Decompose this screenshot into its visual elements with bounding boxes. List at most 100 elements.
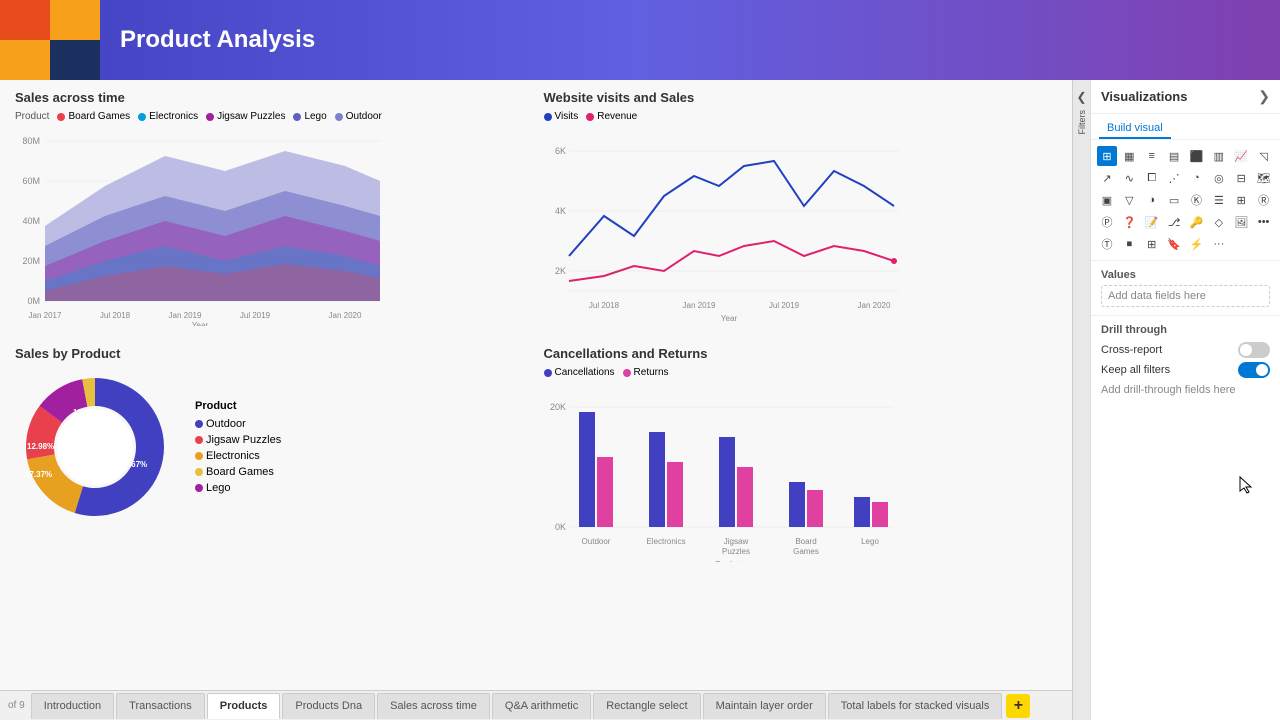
icon-donut[interactable]: ◎ [1209, 168, 1229, 188]
svg-text:Outdoor: Outdoor [581, 537, 610, 546]
viz-panel-close-button[interactable]: ❯ [1258, 88, 1270, 105]
legend-jigsaw: Jigsaw Puzzles [206, 111, 285, 122]
sales-time-svg: 80M 60M 40M 20M 0M [15, 126, 385, 326]
logo-sq1 [0, 0, 50, 40]
icon-clustered-bar[interactable]: ▤ [1164, 146, 1184, 166]
cross-report-option: Cross-report [1101, 342, 1270, 358]
icon-decomp-tree[interactable]: ⎇ [1164, 212, 1184, 232]
keep-filters-toggle[interactable] [1238, 362, 1270, 378]
viz-panel-title: Visualizations [1101, 89, 1187, 104]
tab-transactions[interactable]: Transactions [116, 693, 205, 719]
tab-sales-across-time[interactable]: Sales across time [377, 693, 490, 719]
cross-report-knob [1240, 344, 1252, 356]
cancellations-title: Cancellations and Returns [544, 346, 1058, 361]
icon-card[interactable]: ▭ [1164, 190, 1184, 210]
icon-matrix[interactable]: ⊞ [1231, 190, 1251, 210]
legend-returns: Returns [623, 367, 669, 378]
icon-bar-chart[interactable]: ▦ [1119, 146, 1139, 166]
icon-table[interactable]: ⊞ [1097, 146, 1117, 166]
icon-py[interactable]: Ⓟ [1097, 212, 1117, 232]
visits-legend: Visits Revenue [544, 111, 1058, 122]
icon-button[interactable]: ⏹ [1119, 234, 1139, 254]
sidebar-toggle[interactable]: ❮ Filters [1072, 80, 1090, 720]
sales-across-time-title: Sales across time [15, 90, 529, 105]
icon-key-influencer[interactable]: 🔑 [1187, 212, 1207, 232]
icon-sparkline[interactable]: ⚡ [1187, 234, 1207, 254]
icon-area[interactable]: ◹ [1254, 146, 1274, 166]
icon-smart-narrative[interactable]: 📝 [1142, 212, 1162, 232]
keep-filters-knob [1256, 364, 1268, 376]
svg-text:Jan 2020: Jan 2020 [329, 311, 362, 320]
add-tab-button[interactable]: + [1006, 694, 1030, 718]
legend-outdoor: Outdoor [335, 111, 382, 122]
canvas: Sales across time Product Board Games El… [0, 80, 1072, 720]
icon-scatter[interactable]: ⋰ [1164, 168, 1184, 188]
sales-legend: Product Board Games Electronics Jigsaw P… [15, 111, 529, 122]
icon-more[interactable]: ••• [1254, 212, 1274, 232]
icon-pie[interactable]: ◔ [1187, 168, 1207, 188]
icon-r-visual[interactable]: Ⓡ [1254, 190, 1274, 210]
svg-text:Board: Board [795, 537, 816, 546]
legend-boardgames-item: Board Games [195, 466, 281, 478]
svg-text:Jan 2019: Jan 2019 [682, 301, 715, 310]
website-visits-chart: Website visits and Sales Visits Revenue … [544, 90, 1058, 326]
svg-text:60M: 60M [22, 176, 40, 186]
tab-products[interactable]: Products [207, 693, 281, 719]
tab-build-visual[interactable]: Build visual [1099, 119, 1171, 139]
icon-treemap[interactable]: ⊟ [1231, 168, 1251, 188]
add-drill-field[interactable]: Add drill-through fields here [1101, 384, 1270, 396]
icon-text[interactable]: Ⓣ [1097, 234, 1117, 254]
tab-total-labels[interactable]: Total labels for stacked visuals [828, 693, 1003, 719]
icon-line[interactable]: 📈 [1231, 146, 1251, 166]
sales-by-product-chart: Sales by Product [15, 346, 529, 562]
svg-text:Electronics: Electronics [646, 537, 685, 546]
legend-jigsaw-item: Jigsaw Puzzles [195, 434, 281, 446]
icon-waterfall[interactable]: ⧠ [1142, 168, 1162, 188]
legend-visits: Visits [544, 111, 579, 122]
tab-introduction[interactable]: Introduction [31, 693, 114, 719]
icon-map[interactable]: 🗺 [1254, 168, 1274, 188]
icon-shape[interactable]: ◇ [1209, 212, 1229, 232]
donut-legend: Product Outdoor Jigsaw Puzzles [195, 400, 281, 494]
cross-report-toggle[interactable] [1238, 342, 1270, 358]
icon-page-nav[interactable]: ⊞ [1142, 234, 1162, 254]
cancellations-chart: Cancellations and Returns Cancellations … [544, 346, 1058, 562]
viz-panel-header: Visualizations ❯ [1091, 80, 1280, 114]
icon-kpi[interactable]: Ⓚ [1187, 190, 1207, 210]
icon-column[interactable]: ⬛ [1187, 146, 1207, 166]
add-values-field[interactable]: Add data fields here [1101, 285, 1270, 307]
icon-slicer[interactable]: ☰ [1209, 190, 1229, 210]
cross-report-label: Cross-report [1101, 344, 1162, 356]
logo-sq3 [0, 40, 50, 80]
drill-through-title: Drill through [1101, 324, 1270, 336]
svg-text:2K: 2K [554, 266, 565, 276]
page-title: Product Analysis [120, 26, 315, 54]
svg-text:Games: Games [793, 547, 819, 556]
tab-qa[interactable]: Q&A arithmetic [492, 693, 591, 719]
icon-stacked-bar[interactable]: ≡ [1142, 146, 1162, 166]
legend-electronics: Electronics [138, 111, 198, 122]
icon-qa[interactable]: ❓ [1119, 212, 1139, 232]
icon-bookmark[interactable]: 🔖 [1164, 234, 1184, 254]
legend-product-label: Product [15, 111, 49, 122]
icon-image[interactable]: 🖼 [1231, 212, 1251, 232]
svg-text:Puzzles: Puzzles [721, 547, 749, 556]
svg-text:Year: Year [720, 314, 737, 323]
logo [0, 0, 100, 80]
website-visits-svg: 6K 4K 2K [544, 126, 904, 326]
icon-stacked-column[interactable]: ▥ [1209, 146, 1229, 166]
icon-ribbon[interactable]: ∿ [1119, 168, 1139, 188]
icon-gauge[interactable]: ◑ [1142, 190, 1162, 210]
tab-rectangle[interactable]: Rectangle select [593, 693, 700, 719]
icon-filled-map[interactable]: ▣ [1097, 190, 1117, 210]
tab-layer-order[interactable]: Maintain layer order [703, 693, 826, 719]
svg-text:Jul 2019: Jul 2019 [768, 301, 799, 310]
values-title: Values [1101, 269, 1270, 281]
viz-panel: Visualizations ❯ Build visual ⊞ ▦ ≡ ▤ ⬛ … [1090, 80, 1280, 720]
icon-ellipsis[interactable]: ··· [1209, 234, 1229, 254]
tab-products-dna[interactable]: Products Dna [282, 693, 375, 719]
svg-text:54.67%: 54.67% [120, 460, 147, 469]
viz-tabs: Build visual [1091, 114, 1280, 140]
icon-funnel[interactable]: ▽ [1119, 190, 1139, 210]
icon-line-cluster[interactable]: ↗ [1097, 168, 1117, 188]
